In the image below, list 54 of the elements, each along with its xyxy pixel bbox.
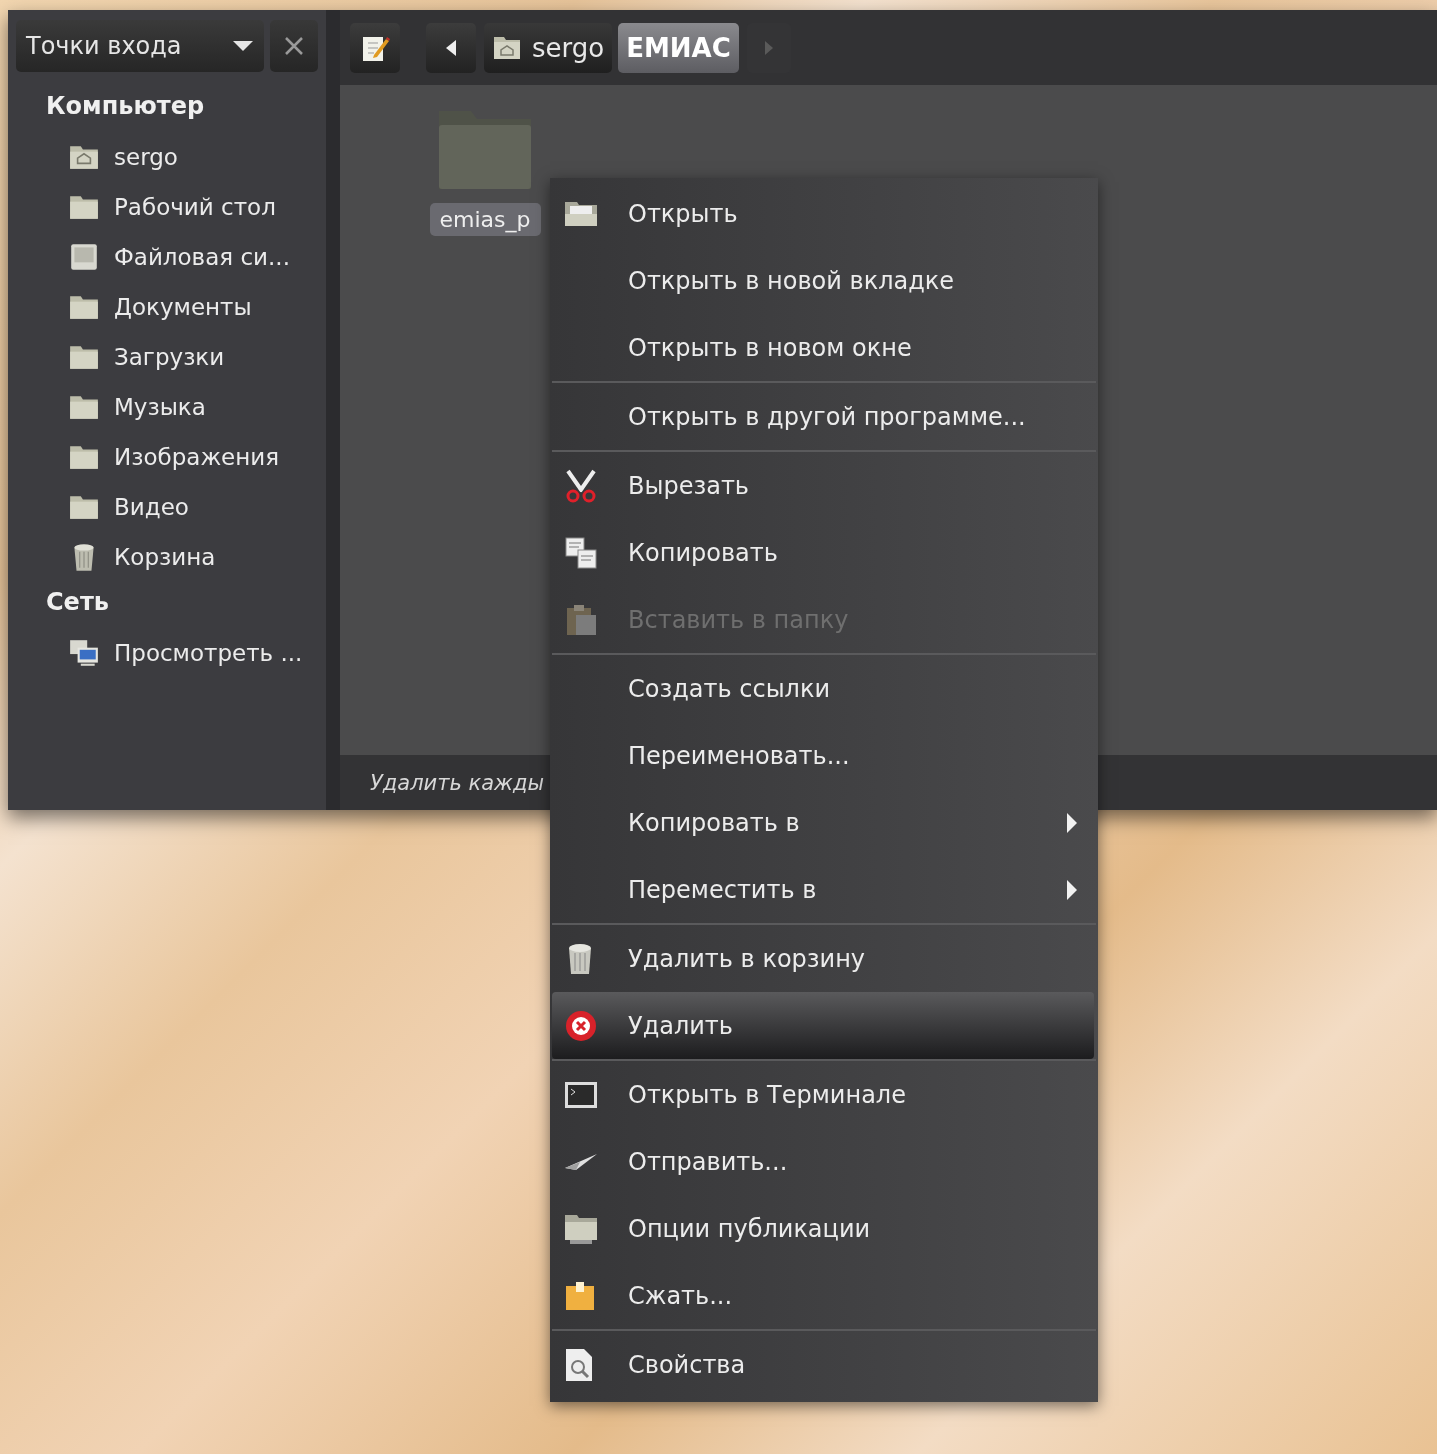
caret-icon: [232, 40, 254, 52]
delete-icon: [564, 1008, 598, 1043]
network-computers-icon: [68, 637, 100, 669]
menu-item[interactable]: Копировать: [550, 519, 1098, 586]
document-magnifier-icon: [564, 1347, 594, 1382]
submenu-arrow-icon: [1066, 878, 1078, 901]
sidebar-heading: Сеть: [45, 587, 110, 618]
menu-item[interactable]: Отправить...: [550, 1128, 1098, 1195]
menu-item[interactable]: Переместить в: [550, 856, 1098, 923]
menu-item[interactable]: Открыть в другой программе...: [550, 383, 1098, 450]
sidebar-item[interactable]: sergo: [8, 132, 326, 182]
sidebar-item[interactable]: Рабочий стол: [8, 182, 326, 232]
menu-item[interactable]: Сжать...: [550, 1262, 1098, 1329]
menu-item[interactable]: Копировать в: [550, 789, 1098, 856]
menu-item[interactable]: Открыть: [550, 180, 1098, 247]
menu-item[interactable]: Открыть в новом окне: [550, 314, 1098, 381]
shared-folder-icon: [564, 1212, 598, 1245]
folder-icon: [564, 199, 598, 228]
sidebar-heading: Компьютер: [45, 91, 206, 122]
sidebar-item[interactable]: Корзина: [8, 532, 326, 582]
terminal-icon: [564, 1080, 598, 1109]
sidebar-item[interactable]: Файловая си...: [8, 232, 326, 282]
sidebar-item[interactable]: Видео: [8, 482, 326, 532]
menu-item[interactable]: Открыть в новой вкладке: [550, 247, 1098, 314]
menu-item[interactable]: Переименовать...: [550, 722, 1098, 789]
sidebar-item[interactable]: Музыка: [8, 382, 326, 432]
close-button[interactable]: [270, 20, 318, 72]
forward-arrow-icon: [763, 39, 774, 56]
status-text: Удалить кажды: [370, 770, 545, 795]
close-icon: [284, 36, 304, 56]
menu-item[interactable]: Вырезать: [550, 452, 1098, 519]
sidebar-item[interactable]: Документы: [8, 282, 326, 332]
menu-item[interactable]: Открыть в Терминале: [550, 1061, 1098, 1128]
menu-item[interactable]: Удалить в корзину: [550, 925, 1098, 992]
menu-item[interactable]: Опции публикации: [550, 1195, 1098, 1262]
sidebar-item[interactable]: Просмотреть ...: [8, 628, 326, 678]
places-dropdown[interactable]: Точки входа: [16, 20, 264, 72]
menu-item[interactable]: Свойства: [550, 1331, 1098, 1398]
menu-item[interactable]: Удалить: [552, 992, 1094, 1059]
clipboard-icon: [564, 602, 598, 637]
submenu-arrow-icon: [1066, 811, 1078, 834]
edit-path-button[interactable]: [350, 22, 400, 73]
sidebar-item[interactable]: Загрузки: [8, 332, 326, 382]
menu-item[interactable]: Создать ссылки: [550, 655, 1098, 722]
drive-icon: [68, 241, 100, 273]
back-button[interactable]: [426, 22, 476, 73]
back-arrow-icon: [445, 38, 457, 57]
copy-icon: [564, 535, 598, 570]
archive-icon: [564, 1279, 596, 1312]
scissors-icon: [564, 468, 598, 503]
path-button[interactable]: ЕМИАС: [618, 22, 739, 73]
path-button[interactable]: sergo: [484, 22, 613, 73]
file-name[interactable]: emias_p: [429, 203, 541, 236]
sidebar-item[interactable]: Изображения: [8, 432, 326, 482]
